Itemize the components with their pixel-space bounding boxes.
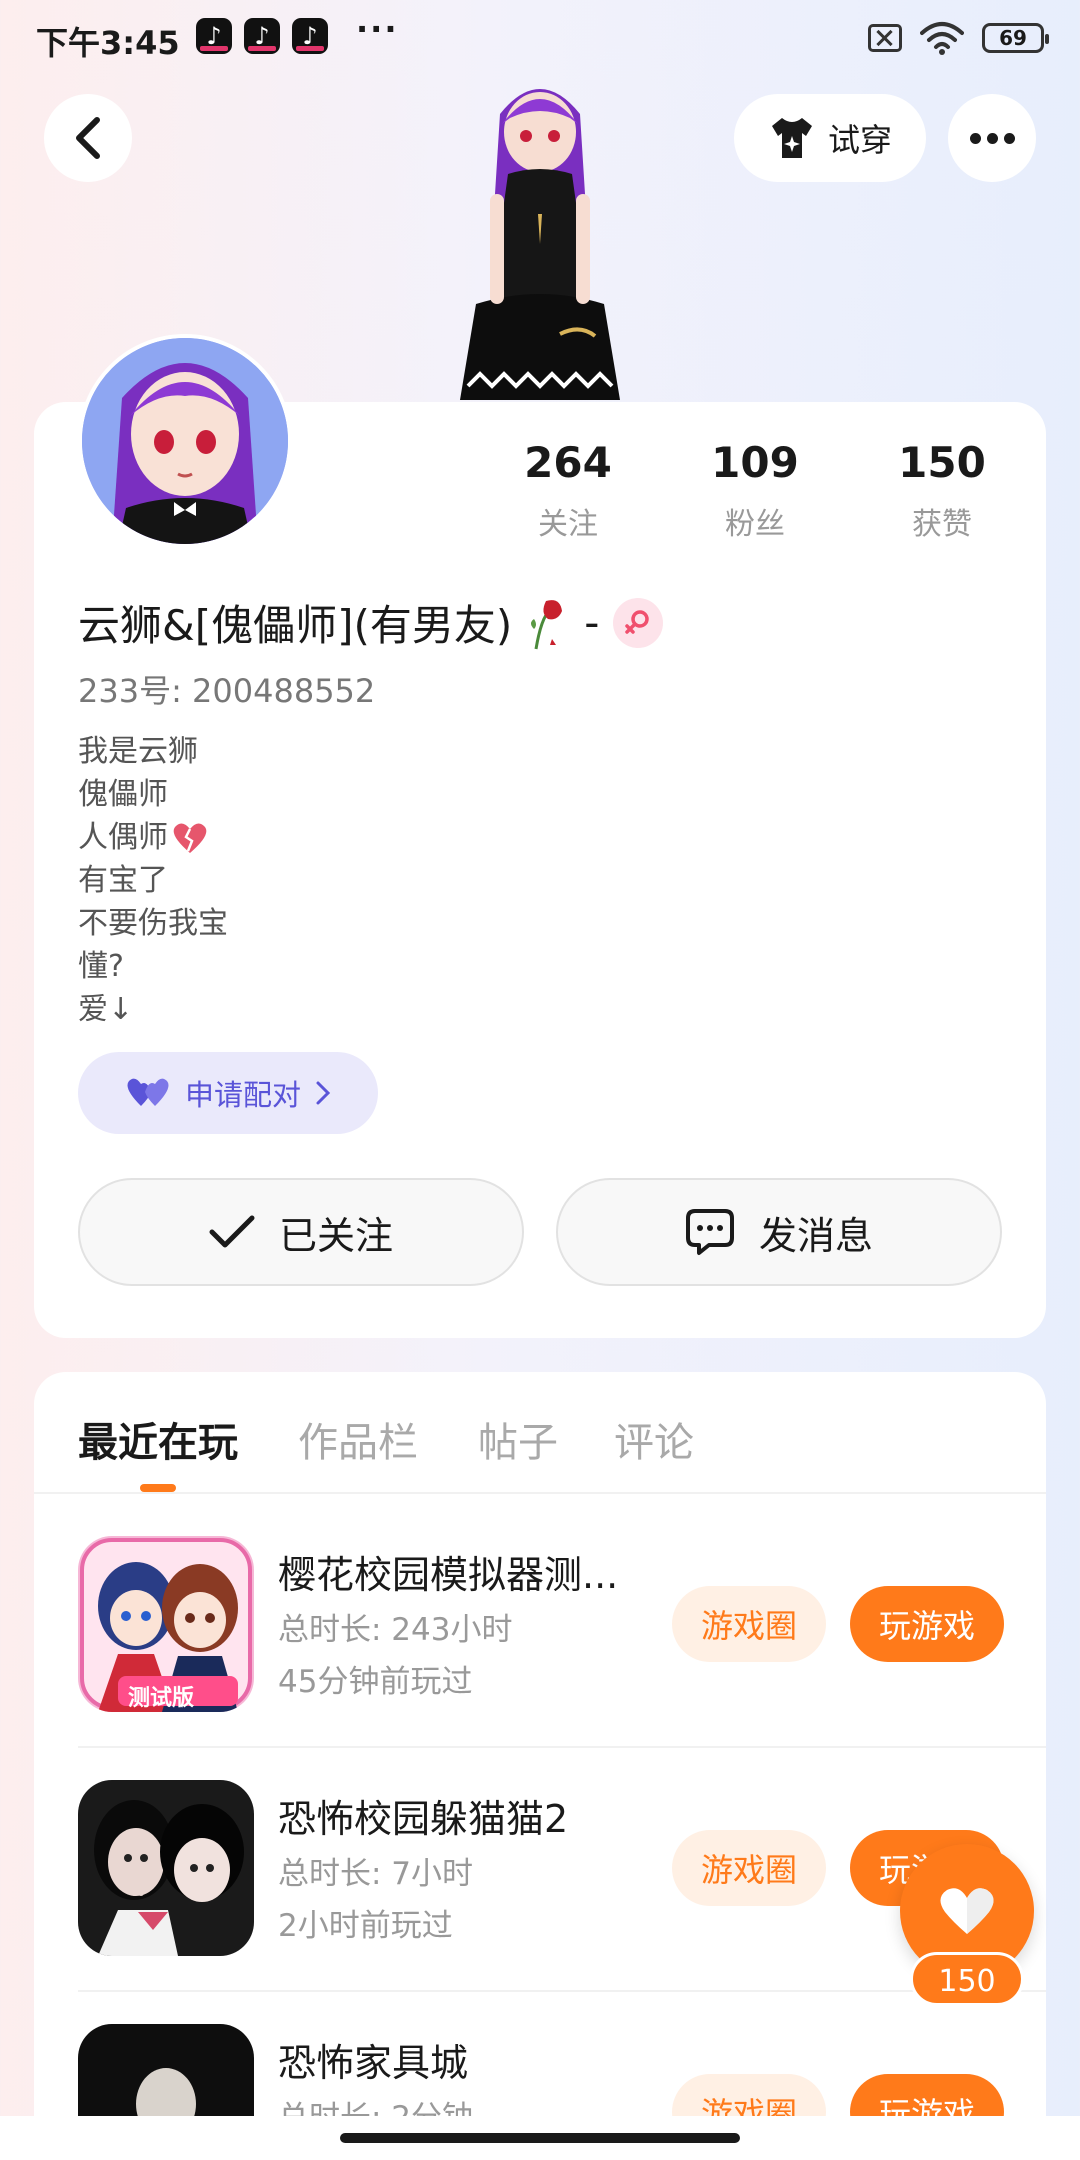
chat-bubble-icon xyxy=(685,1209,734,1255)
home-indicator[interactable] xyxy=(340,2133,740,2143)
bio-line: 人偶师 xyxy=(78,820,168,855)
try-on-button[interactable]: 试穿 xyxy=(734,94,926,182)
like-count-badge: 150 xyxy=(910,1952,1024,2006)
heart-icon xyxy=(940,1888,994,1934)
tiktok-icon: ♪ xyxy=(196,18,232,54)
stat-followers-value: 109 xyxy=(711,438,799,487)
wilted-rose-icon xyxy=(531,599,563,649)
no-sim-icon xyxy=(868,24,902,52)
game-name: 樱花校园模拟器测... xyxy=(278,1553,619,1597)
bio-line: 傀儡师 xyxy=(78,777,168,812)
stat-following[interactable]: 264 关注 xyxy=(488,438,648,543)
list-item[interactable]: 恐怖校园躲猫猫2 总时长: 7小时 2小时前玩过 游戏圈 玩游戏 xyxy=(78,1780,1004,1956)
tab-recently-played[interactable]: 最近在玩 xyxy=(78,1410,238,1468)
game-icon[interactable]: 测试版 xyxy=(78,1536,254,1712)
game-last-played: 45分钟前玩过 xyxy=(278,1664,473,1700)
bio-line: 我是云狮 xyxy=(78,734,198,769)
bio-line-with-emoji: 人偶师 xyxy=(78,816,228,859)
send-message-label: 发消息 xyxy=(758,1213,873,1258)
bio-line: 懂? xyxy=(78,949,124,984)
bio-line: 有宝了 xyxy=(78,863,168,898)
more-options-button[interactable] xyxy=(948,94,1036,182)
game-duration: 总时长: 7小时 xyxy=(278,1856,474,1892)
username-suffix: - xyxy=(584,598,600,647)
game-icon-badge: 测试版 xyxy=(128,1686,195,1711)
broken-heart-icon xyxy=(173,822,207,853)
more-dot xyxy=(1003,132,1015,144)
following-label: 已关注 xyxy=(278,1213,393,1258)
pair-request-label: 申请配对 xyxy=(184,1078,301,1112)
game-name: 恐怖校园躲猫猫2 xyxy=(278,1797,569,1841)
status-bar: 下午3:45 ♪ ♪ ♪ ··· 69 xyxy=(0,0,1080,80)
more-dot xyxy=(986,132,998,144)
game-icon[interactable] xyxy=(78,1780,254,1956)
tab-posts[interactable]: 帖子 xyxy=(478,1410,558,1468)
stat-likes-value: 150 xyxy=(898,438,986,487)
status-time: 下午3:45 xyxy=(36,24,180,62)
avatar[interactable] xyxy=(78,334,292,548)
user-id: 233号: 200488552 xyxy=(78,672,376,710)
try-on-label: 试穿 xyxy=(827,121,892,159)
chevron-left-icon xyxy=(76,117,100,159)
active-tab-indicator xyxy=(140,1484,176,1492)
avatar-character-figure[interactable] xyxy=(420,74,660,404)
play-game-button[interactable]: 玩游戏 xyxy=(850,1586,1004,1662)
female-icon xyxy=(613,597,664,648)
shirt-icon xyxy=(771,118,812,158)
status-more-dots: ··· xyxy=(356,10,399,48)
stat-followers-label: 粉丝 xyxy=(725,507,785,542)
game-name: 恐怖家具城 xyxy=(278,2041,469,2085)
list-item[interactable]: 测试版 樱花校园模拟器测... 总时长: 243小时 45分钟前玩过 游戏圈 玩… xyxy=(78,1536,1004,1712)
send-message-button[interactable]: 发消息 xyxy=(556,1178,1002,1286)
row-divider xyxy=(78,1990,1046,1992)
username: 云狮&[傀儡师](有男友) xyxy=(78,601,513,650)
game-circle-button[interactable]: 游戏圈 xyxy=(672,1586,826,1662)
checkmark-icon xyxy=(209,1215,255,1248)
stat-likes[interactable]: 150 获赞 xyxy=(862,438,1022,543)
game-last-played: 2小时前玩过 xyxy=(278,1908,453,1944)
pair-request-button[interactable]: 申请配对 xyxy=(78,1052,378,1134)
stat-likes-label: 获赞 xyxy=(912,507,972,542)
stat-following-value: 264 xyxy=(524,438,612,487)
tiktok-icon: ♪ xyxy=(292,18,328,54)
bio-line: 爱↓ xyxy=(78,992,134,1027)
chevron-right-icon xyxy=(316,1081,331,1105)
bio: 我是云狮 傀儡师 人偶师 有宝了 不要伤我宝 懂? 爱↓ xyxy=(78,730,228,1031)
row-divider xyxy=(78,1746,1046,1748)
double-heart-icon xyxy=(127,1078,169,1106)
tabs-divider xyxy=(34,1492,1046,1494)
username-row: 云狮&[傀儡师](有男友) - xyxy=(78,592,664,653)
game-circle-button[interactable]: 游戏圈 xyxy=(672,1830,826,1906)
bio-line: 不要伤我宝 xyxy=(78,906,228,941)
more-dot xyxy=(969,132,981,144)
tab-comments[interactable]: 评论 xyxy=(614,1410,694,1468)
following-button[interactable]: 已关注 xyxy=(78,1178,524,1286)
stat-following-label: 关注 xyxy=(538,507,598,542)
game-duration: 总时长: 243小时 xyxy=(278,1612,513,1648)
wifi-icon xyxy=(920,22,964,55)
back-button[interactable] xyxy=(44,94,132,182)
tiktok-icon: ♪ xyxy=(244,18,280,54)
battery-indicator: 69 xyxy=(982,23,1049,53)
stat-followers[interactable]: 109 粉丝 xyxy=(675,438,835,543)
tab-works[interactable]: 作品栏 xyxy=(298,1410,418,1468)
